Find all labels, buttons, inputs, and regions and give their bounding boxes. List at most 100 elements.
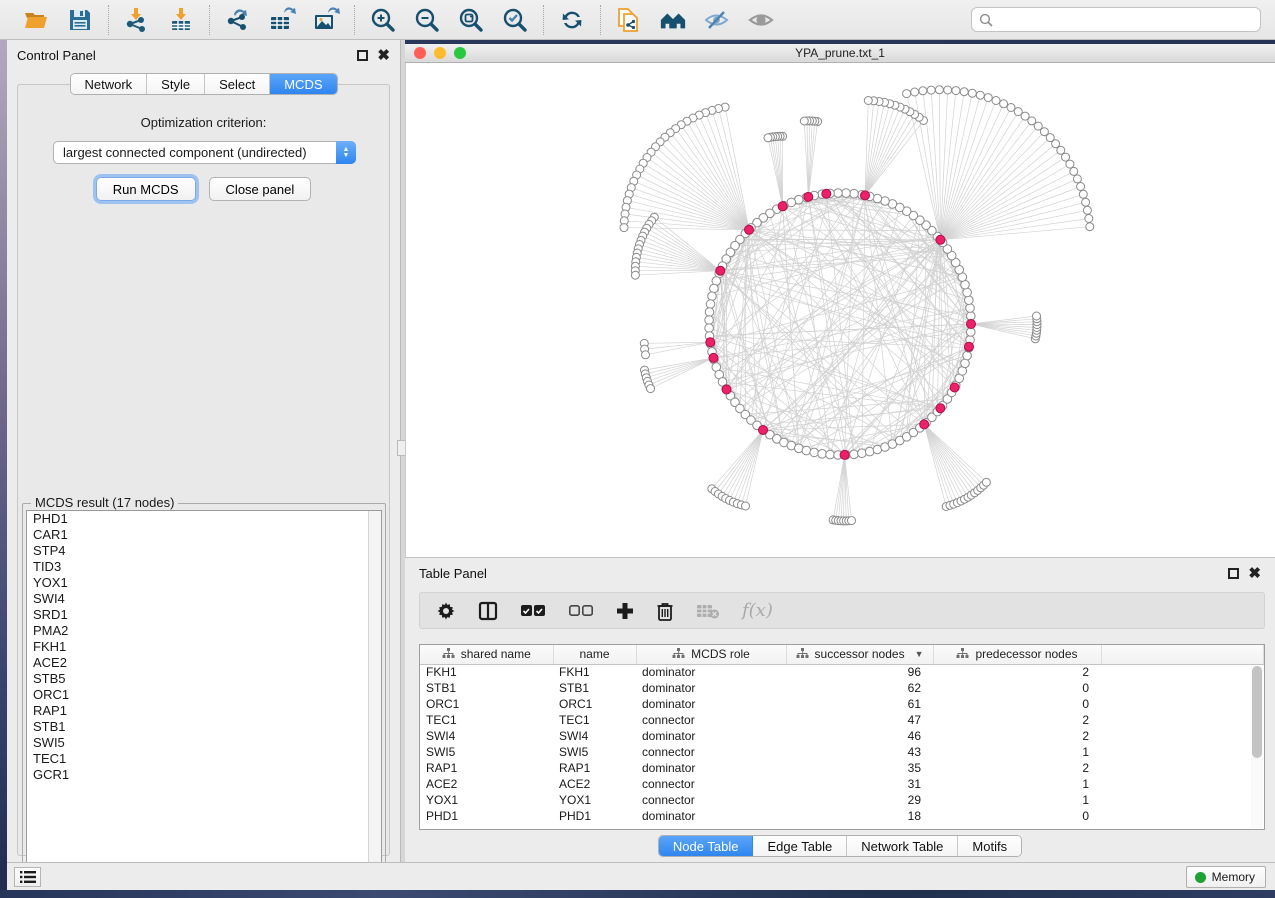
cell-shared-name: PHD1 — [420, 808, 553, 824]
close-panel-icon[interactable]: ✖ — [377, 50, 390, 61]
tab-style[interactable]: Style — [147, 74, 205, 94]
result-node-item[interactable]: FKH1 — [27, 639, 381, 655]
result-node-item[interactable]: PMA2 — [27, 623, 381, 639]
zoom-out-icon[interactable] — [413, 6, 441, 34]
split-columns-icon[interactable] — [478, 601, 498, 621]
column-header-shared-name[interactable]: shared name — [420, 645, 553, 664]
deselect-all-checkboxes-icon[interactable] — [568, 604, 594, 618]
cell-name: SWI4 — [553, 728, 636, 744]
tab-node-table[interactable]: Node Table — [659, 836, 754, 856]
tab-network-table[interactable]: Network Table — [847, 836, 958, 856]
result-node-item[interactable]: GCR1 — [27, 767, 381, 783]
cell-name: SWI5 — [553, 744, 636, 760]
search-field[interactable] — [971, 7, 1261, 32]
optimization-criterion-label: Optimization criterion: — [18, 115, 389, 130]
export-network-icon[interactable] — [224, 6, 252, 34]
column-header-successor-nodes[interactable]: successor nodes▼ — [786, 645, 933, 664]
import-table-icon[interactable] — [167, 6, 195, 34]
table-row[interactable]: PHD1PHD1dominator180 — [420, 808, 1264, 824]
cell-filler — [1101, 712, 1264, 728]
column-header-MCDS-role[interactable]: MCDS role — [636, 645, 786, 664]
column-header-predecessor-nodes[interactable]: predecessor nodes — [933, 645, 1101, 664]
table-row[interactable]: TEC1TEC1connector472 — [420, 712, 1264, 728]
table-row[interactable]: STB1STB1dominator620 — [420, 680, 1264, 696]
cell-predecessor-nodes: 0 — [933, 696, 1101, 712]
table-type-tabs: Node TableEdge TableNetwork TableMotifs — [658, 835, 1022, 857]
cell-name: YOX1 — [553, 792, 636, 808]
result-node-item[interactable]: RAP1 — [27, 703, 381, 719]
gear-icon[interactable] — [436, 601, 456, 621]
hide-selected-icon[interactable] — [703, 6, 731, 34]
cell-shared-name: RAP1 — [420, 760, 553, 776]
cell-filler — [1101, 792, 1264, 808]
memory-button[interactable]: Memory — [1186, 866, 1266, 888]
tab-motifs[interactable]: Motifs — [958, 836, 1021, 856]
close-panel-button[interactable]: Close panel — [209, 177, 312, 201]
zoom-in-icon[interactable] — [369, 6, 397, 34]
table-row[interactable]: SWI5SWI5connector431 — [420, 744, 1264, 760]
select-all-checkboxes-icon[interactable] — [520, 604, 546, 618]
cell-name: FKH1 — [553, 664, 636, 680]
table-row[interactable]: FKH1FKH1dominator962 — [420, 664, 1264, 680]
result-node-item[interactable]: ACE2 — [27, 655, 381, 671]
table-scrollbar[interactable] — [1251, 666, 1263, 828]
network-window-titlebar[interactable]: YPA_prune.txt_1 — [405, 44, 1275, 63]
tab-select[interactable]: Select — [205, 74, 270, 94]
close-panel-icon[interactable]: ✖ — [1248, 568, 1261, 579]
tab-edge-table[interactable]: Edge Table — [753, 836, 847, 856]
tab-mcds[interactable]: MCDS — [270, 74, 336, 94]
table-row[interactable]: YOX1YOX1connector291 — [420, 792, 1264, 808]
new-network-from-selection-icon[interactable] — [615, 6, 643, 34]
cell-filler — [1101, 680, 1264, 696]
show-all-icon[interactable] — [747, 6, 775, 34]
delete-column-icon[interactable] — [656, 601, 674, 621]
network-view-window: YPA_prune.txt_1 — [405, 44, 1275, 557]
run-mcds-button[interactable]: Run MCDS — [96, 177, 196, 201]
float-panel-icon[interactable] — [357, 50, 368, 61]
table-row[interactable]: RAP1RAP1dominator352 — [420, 760, 1264, 776]
add-column-icon[interactable] — [616, 602, 634, 620]
float-panel-icon[interactable] — [1228, 568, 1239, 579]
zoom-fit-icon[interactable] — [457, 6, 485, 34]
first-neighbors-icon[interactable] — [659, 6, 687, 34]
list-scrollbar[interactable] — [368, 511, 381, 872]
import-network-icon[interactable] — [123, 6, 151, 34]
mcds-result-list[interactable]: PHD1CAR1STP4TID3YOX1SWI4SRD1PMA2FKH1ACE2… — [26, 510, 382, 873]
search-input[interactable] — [998, 13, 1253, 27]
cell-name: PHD1 — [553, 808, 636, 824]
tab-network[interactable]: Network — [70, 74, 147, 94]
cell-predecessor-nodes: 2 — [933, 728, 1101, 744]
result-node-item[interactable]: TEC1 — [27, 751, 381, 767]
result-node-item[interactable]: TID3 — [27, 559, 381, 575]
table-row[interactable]: SWI4SWI4dominator462 — [420, 728, 1264, 744]
criterion-dropdown[interactable]: largest connected component (undirected)… — [53, 141, 356, 164]
delete-table-icon — [696, 603, 720, 619]
open-folder-icon[interactable] — [22, 6, 50, 34]
save-icon[interactable] — [66, 6, 94, 34]
result-node-item[interactable]: SRD1 — [27, 607, 381, 623]
export-image-icon[interactable] — [312, 6, 340, 34]
result-node-item[interactable]: PHD1 — [27, 511, 381, 527]
result-node-item[interactable]: ORC1 — [27, 687, 381, 703]
zoom-selected-icon[interactable] — [501, 6, 529, 34]
task-history-button[interactable] — [14, 867, 41, 887]
cell-MCDS-role: dominator — [636, 664, 786, 680]
result-node-item[interactable]: CAR1 — [27, 527, 381, 543]
result-node-item[interactable]: SWI4 — [27, 591, 381, 607]
network-window-title: YPA_prune.txt_1 — [405, 46, 1275, 60]
table-row[interactable]: ACE2ACE2connector311 — [420, 776, 1264, 792]
network-canvas[interactable] — [405, 63, 1275, 557]
cell-successor-nodes: 35 — [786, 760, 933, 776]
table-row[interactable]: ORC1ORC1dominator610 — [420, 696, 1264, 712]
result-node-item[interactable]: STB1 — [27, 719, 381, 735]
cell-shared-name: ACE2 — [420, 776, 553, 792]
table-scrollbar-thumb[interactable] — [1252, 666, 1262, 758]
result-node-item[interactable]: SWI5 — [27, 735, 381, 751]
refresh-icon[interactable] — [558, 6, 586, 34]
result-node-item[interactable]: STB5 — [27, 671, 381, 687]
table-panel: Table Panel ✖ f(x) shared name — [405, 557, 1275, 862]
export-table-icon[interactable] — [268, 6, 296, 34]
result-node-item[interactable]: STP4 — [27, 543, 381, 559]
column-header-name[interactable]: name — [553, 645, 636, 664]
result-node-item[interactable]: YOX1 — [27, 575, 381, 591]
